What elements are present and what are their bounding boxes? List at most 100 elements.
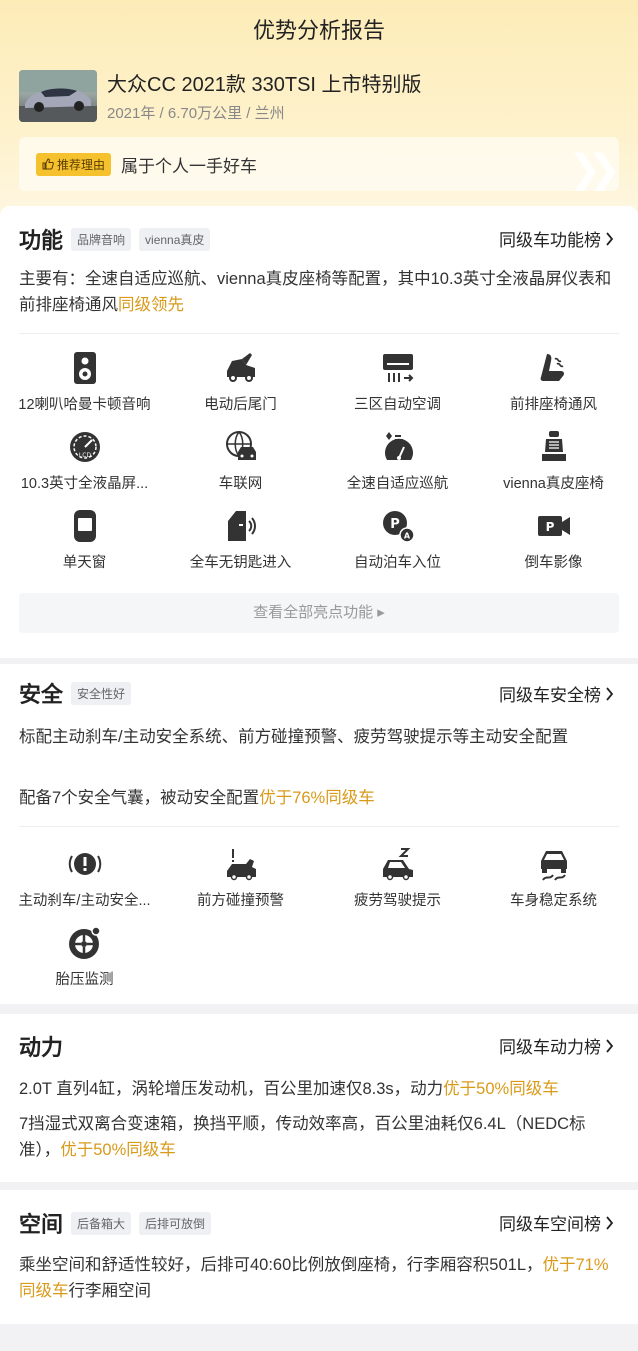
reverse-camera-icon: P — [537, 516, 570, 536]
leather-seat-icon — [541, 431, 566, 461]
function-description: 主要有：全速自适应巡航、vienna真皮座椅等配置，其中10.3英寸全液晶屏仪表… — [19, 266, 619, 318]
divider — [19, 826, 619, 827]
svg-text:P: P — [390, 517, 400, 532]
stability-control-icon — [540, 851, 567, 881]
svg-text:LCD: LCD — [78, 452, 91, 459]
safety-description-1: 标配主动刹车/主动安全系统、前方碰撞预警、疲劳驾驶提示等主动安全配置 — [19, 728, 569, 746]
function-desc-highlight: 同级领先 — [118, 296, 184, 314]
space-description: 乘坐空间和舒适性较好，后排可40:60比例放倒座椅，行李厢容积501L，优于71… — [19, 1252, 619, 1304]
feature-label: 前排座椅通风 — [510, 397, 597, 413]
car-thumbnail[interactable] — [19, 70, 97, 122]
space-desc-tail: 行李厢空间 — [68, 1282, 152, 1300]
function-rank-link[interactable]: 同级车功能榜 — [499, 226, 614, 251]
connected-car-icon — [225, 431, 256, 460]
feature-item[interactable]: 主动刹车/主动安全... — [5, 847, 164, 910]
active-brake-icon — [68, 853, 101, 875]
space-rank-link[interactable]: 同级车空间榜 — [499, 1210, 614, 1235]
feature-item[interactable]: P A 自动泊车入位 — [318, 509, 477, 572]
function-tag: 品牌音响 — [71, 227, 132, 251]
feature-item[interactable]: 车身稳定系统 — [474, 847, 633, 910]
car-name: 大众CC 2021款 330TSI 上市特别版 — [107, 74, 422, 96]
feature-item[interactable]: 车联网 — [161, 430, 320, 493]
recommend-reason-text: 属于个人一手好车 — [121, 156, 258, 176]
feature-label: 全速自适应巡航 — [346, 476, 449, 492]
chevron-right-icon — [605, 686, 614, 706]
power-card: 动力 同级车动力榜 2.0T 直列4缸，涡轮增压发动机，百公里加速仅8.3s，动… — [0, 1014, 638, 1182]
power-rank-link[interactable]: 同级车动力榜 — [499, 1033, 614, 1058]
auto-parking-icon: P A — [382, 511, 415, 543]
safety-card-head: 安全 安全性好 — [19, 677, 132, 709]
feature-item[interactable]: 三区自动空调 — [318, 351, 477, 414]
feature-item[interactable]: 疲劳驾驶提示 — [318, 847, 477, 910]
feature-item[interactable]: 电动后尾门 — [161, 351, 320, 414]
svg-text:A: A — [403, 532, 410, 541]
safety-title: 安全 — [19, 682, 64, 707]
feature-item[interactable]: 前排座椅通风 — [474, 351, 633, 414]
page-title: 优势分析报告 — [252, 18, 385, 43]
function-title: 功能 — [19, 228, 64, 253]
feature-label: 胎压监测 — [55, 972, 114, 988]
feature-label: 三区自动空调 — [354, 397, 441, 413]
feature-label: 12喇叭哈曼卡顿音响 — [18, 397, 151, 413]
report-header: 优势分析报告 大众CC 2021款 330TSI 上市特别版 2021年 / 6… — [0, 0, 638, 240]
power-rank-label: 同级车动力榜 — [499, 1038, 601, 1057]
speaker-icon — [73, 352, 96, 384]
feature-label: 自动泊车入位 — [354, 555, 441, 571]
feature-label: 车身稳定系统 — [510, 893, 597, 909]
recommend-reason-tag: 推荐理由 — [36, 152, 112, 176]
feature-label: vienna真皮座椅 — [503, 476, 604, 492]
space-card: 空间 后备箱大 后排可放倒 同级车空间榜 乘坐空间和舒适性较好，后排可40:60… — [0, 1190, 638, 1324]
sunroof-icon — [73, 510, 96, 542]
feature-item[interactable]: 单天窗 — [5, 509, 164, 572]
feature-label: 疲劳驾驶提示 — [354, 893, 441, 909]
recommend-reason-label: 推荐理由 — [57, 157, 106, 172]
view-all-features-button[interactable]: 查看全部亮点功能 ▸ — [19, 593, 619, 633]
feature-item[interactable]: LCD 10.3英寸全液晶屏... — [5, 430, 164, 493]
feature-item[interactable]: P 倒车影像 — [474, 509, 633, 572]
space-card-head: 空间 后备箱大 后排可放倒 — [19, 1207, 212, 1239]
feature-item[interactable]: 胎压监测 — [5, 926, 164, 989]
air-conditioner-icon — [382, 354, 413, 382]
space-tag: 后排可放倒 — [139, 1211, 212, 1235]
divider — [19, 333, 619, 334]
safety-description-2: 配备7个安全气囊，被动安全配置优于76%同级车 — [19, 785, 619, 811]
fatigue-warning-icon — [382, 848, 413, 881]
feature-label: 单天窗 — [62, 555, 107, 571]
feature-label: 车联网 — [218, 476, 263, 492]
feature-item[interactable]: 全车无钥匙进入 — [161, 509, 320, 572]
recommend-reason-box: 推荐理由 属于个人一手好车 ❯❯ — [19, 137, 619, 191]
space-rank-label: 同级车空间榜 — [499, 1215, 601, 1234]
safety-desc2-text: 配备7个安全气囊，被动安全配置 — [19, 789, 260, 807]
function-tag: vienna真皮 — [139, 227, 211, 251]
feature-label: 倒车影像 — [524, 555, 583, 571]
power-tailgate-icon — [226, 353, 255, 382]
chevron-right-icon — [605, 231, 614, 251]
power-title: 动力 — [19, 1035, 64, 1060]
power-desc1-highlight: 优于50%同级车 — [443, 1080, 559, 1098]
thumbs-up-icon — [42, 158, 54, 170]
feature-item[interactable]: 全速自适应巡航 — [318, 430, 477, 493]
chevron-right-icon — [605, 1038, 614, 1058]
feature-label: 全车无钥匙进入 — [189, 555, 292, 571]
safety-rank-link[interactable]: 同级车安全榜 — [499, 681, 614, 706]
power-desc2-highlight: 优于50%同级车 — [60, 1141, 176, 1159]
svg-text:P: P — [545, 520, 554, 534]
feature-item[interactable]: vienna真皮座椅 — [474, 430, 633, 493]
function-rank-label: 同级车功能榜 — [499, 231, 601, 250]
space-desc-text: 乘坐空间和舒适性较好，后排可40:60比例放倒座椅，行李厢容积501L， — [19, 1256, 543, 1274]
feature-item[interactable]: 前方碰撞预警 — [161, 847, 320, 910]
chevron-right-icon — [605, 1215, 614, 1235]
tire-pressure-icon — [68, 926, 101, 959]
feature-label: 10.3英寸全液晶屏... — [20, 476, 149, 492]
seat-ventilation-icon — [540, 354, 564, 381]
collision-warning-icon — [226, 849, 256, 881]
car-meta: 2021年 / 6.70万公里 / 兰州 — [107, 105, 285, 122]
keyless-entry-icon — [227, 511, 256, 541]
adaptive-cruise-icon — [384, 432, 413, 460]
power-card-head: 动力 — [19, 1030, 63, 1062]
function-card: 功能 品牌音响 vienna真皮 同级车功能榜 主要有：全速自适应巡航、vien… — [0, 206, 638, 658]
feature-item[interactable]: 12喇叭哈曼卡顿音响 — [5, 351, 164, 414]
function-card-head: 功能 品牌音响 vienna真皮 — [19, 223, 211, 255]
lcd-gauge-icon: LCD — [69, 432, 100, 462]
function-desc-text: 主要有：全速自适应巡航、vienna真皮座椅等配置，其中10.3英寸全液晶屏仪表… — [19, 270, 612, 314]
